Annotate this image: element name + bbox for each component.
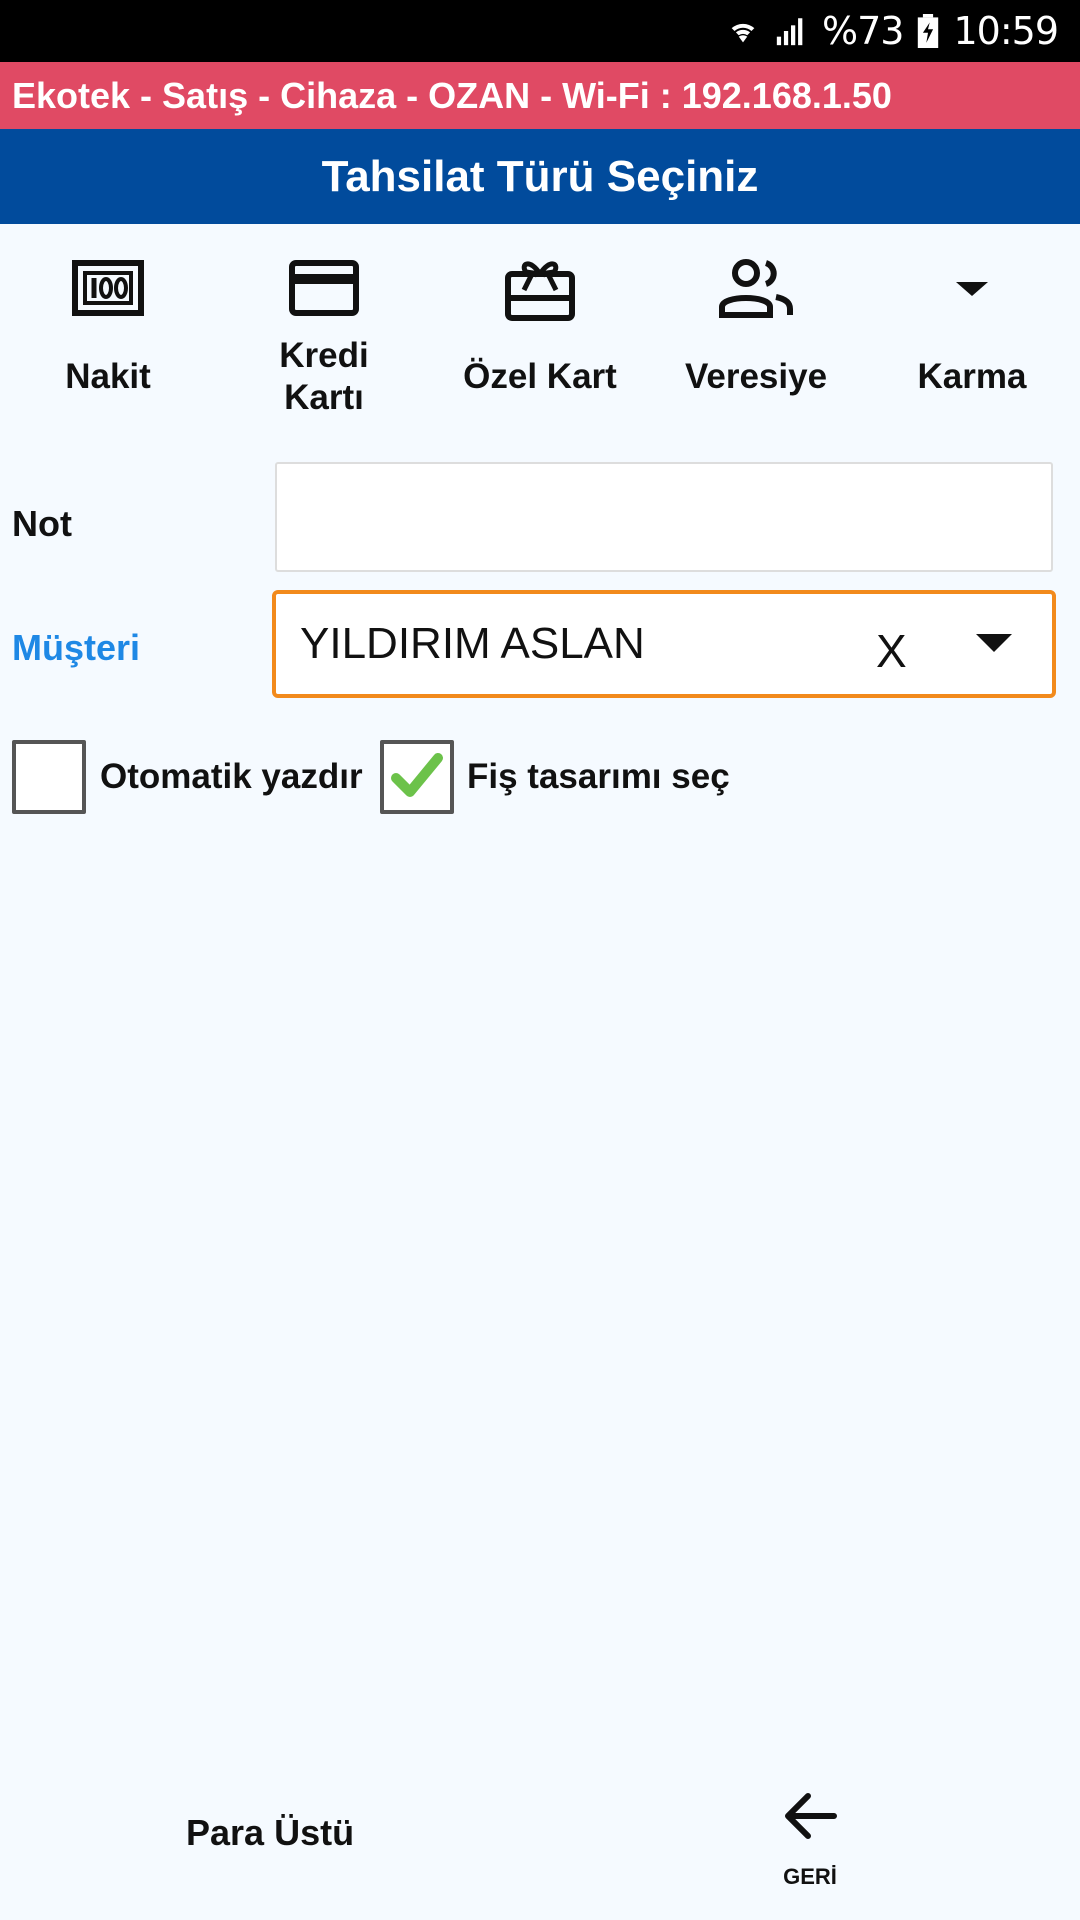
payment-cash-button[interactable]: Nakit — [0, 240, 216, 420]
payment-credit-account-label: Veresiye — [684, 357, 828, 396]
gift-card-icon — [432, 248, 648, 328]
customer-value: YILDIRIM ASLAN — [300, 619, 645, 668]
cash-icon — [0, 248, 216, 328]
battery-icon — [917, 14, 939, 48]
people-icon — [648, 248, 864, 328]
payment-special-card-label: Özel Kart — [463, 357, 617, 396]
app-header: Ekotek - Satış - Cihaza - OZAN - Wi-Fi :… — [0, 62, 1080, 129]
note-label: Not — [12, 503, 72, 544]
wifi-icon — [726, 14, 760, 48]
customer-label: Müşteri — [12, 627, 141, 668]
auto-print-label: Otomatik yazdır — [100, 757, 363, 796]
checkmark-icon — [391, 753, 443, 797]
clock: 10:59 — [953, 9, 1059, 53]
payment-cash-label: Nakit — [65, 357, 151, 396]
caret-down-icon — [864, 248, 1080, 328]
payment-credit-account-button[interactable]: Veresiye — [648, 240, 864, 420]
payment-credit-card-label: Kredi Kartı — [279, 336, 369, 417]
receipt-design-label: Fiş tasarımı seç — [467, 757, 730, 796]
status-bar: %73 10:59 — [0, 0, 1080, 62]
back-label: GERİ — [783, 1864, 837, 1889]
payment-mixed-label: Karma — [917, 357, 1027, 396]
auto-print-checkbox[interactable] — [12, 740, 86, 814]
page-title: Tahsilat Türü Seçiniz — [0, 129, 1080, 224]
payment-credit-card-button[interactable]: Kredi Kartı — [216, 240, 432, 420]
credit-card-icon — [216, 248, 432, 328]
change-button[interactable]: Para Üstü — [186, 1812, 354, 1854]
clear-customer-button[interactable]: X — [876, 624, 907, 678]
payment-special-card-button[interactable]: Özel Kart — [432, 240, 648, 420]
payment-type-row: Nakit Kredi Kartı Özel Kart Veresiye Kar… — [0, 240, 1080, 420]
payment-mixed-button[interactable]: Karma — [864, 240, 1080, 420]
note-input[interactable] — [275, 462, 1053, 572]
receipt-design-checkbox[interactable] — [380, 740, 454, 814]
customer-select[interactable]: YILDIRIM ASLAN X — [272, 590, 1056, 698]
battery-percent: %73 — [822, 9, 904, 53]
back-button[interactable]: GERİ — [770, 1780, 850, 1890]
arrow-left-icon — [785, 1793, 837, 1839]
chevron-down-icon[interactable] — [976, 634, 1012, 652]
signal-icon — [774, 14, 808, 48]
